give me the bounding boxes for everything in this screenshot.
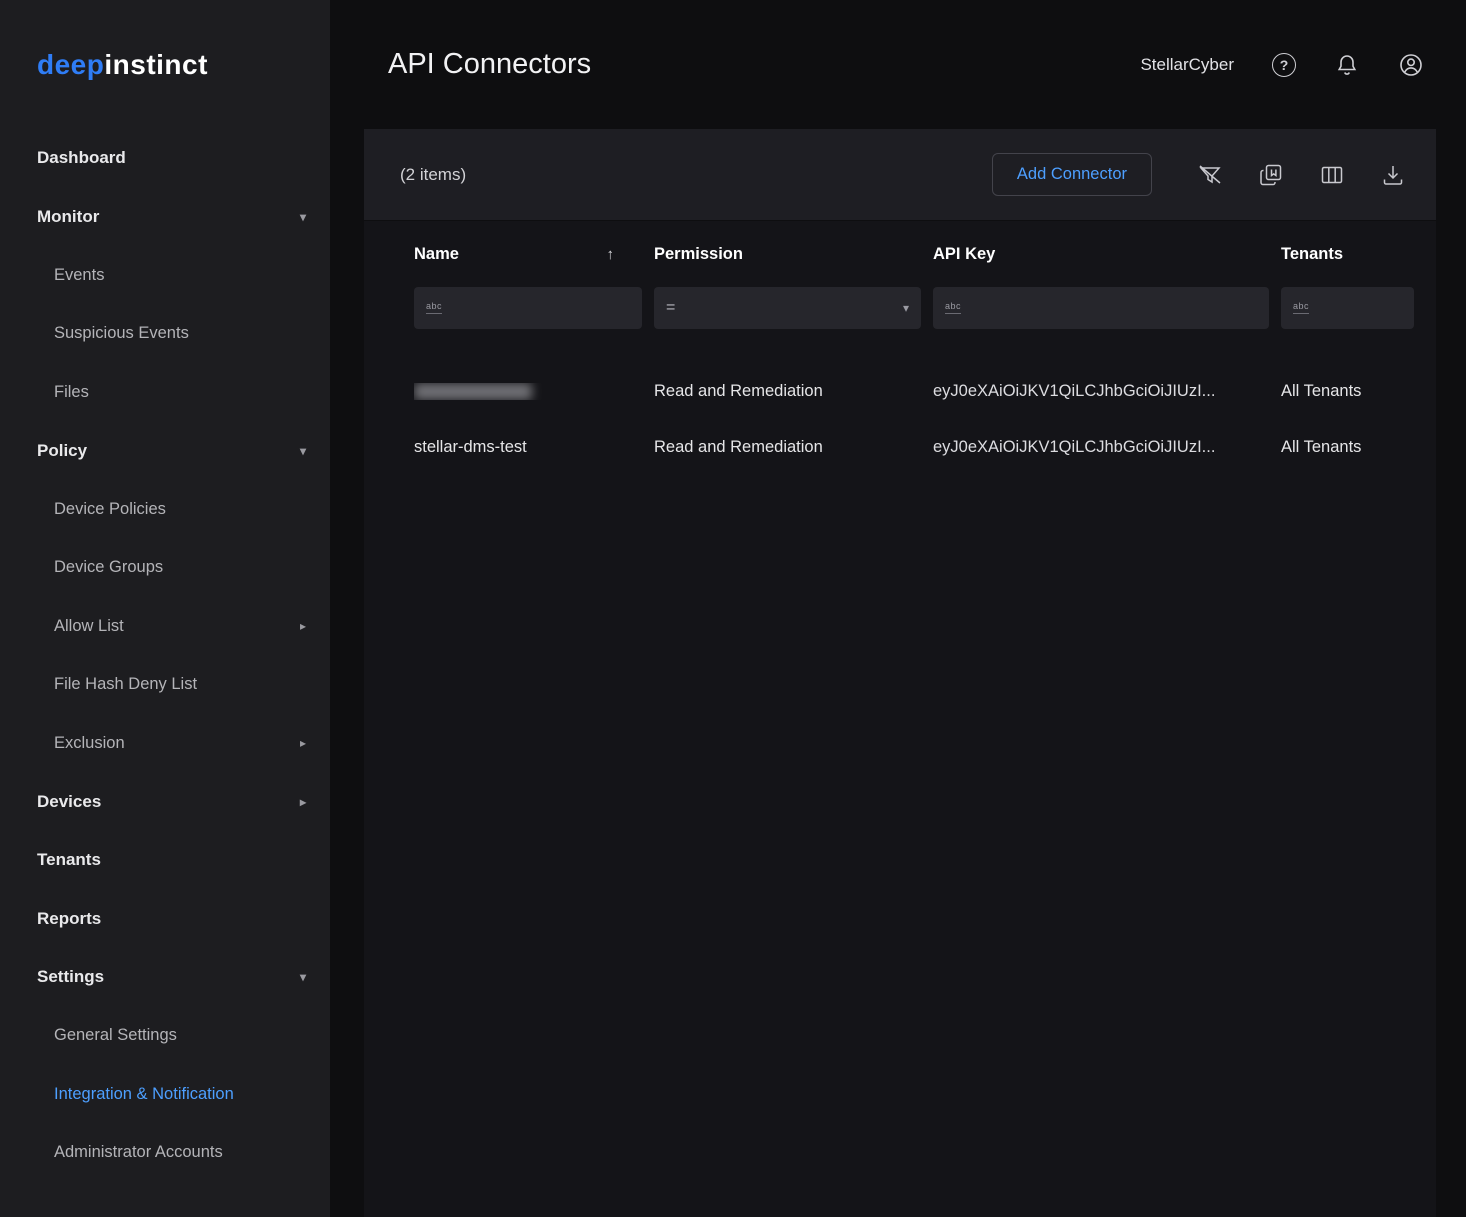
table-row[interactable]: Read and Remediation eyJ0eXAiOiJKV1QiLCJ…: [364, 363, 1436, 419]
topbar: API Connectors StellarCyber ?: [330, 0, 1466, 129]
toolbar-actions: Add Connector: [992, 153, 1406, 196]
topbar-right: StellarCyber ?: [1140, 52, 1424, 78]
redacted-name: [414, 383, 532, 400]
chevron-down-icon: ▾: [300, 211, 306, 223]
table-header-row: Name ↑ Permission API Key Tenants: [364, 221, 1436, 287]
sidebar-item-label: Exclusion: [54, 734, 125, 753]
help-icon[interactable]: ?: [1272, 53, 1296, 77]
notifications-bell-icon[interactable]: [1334, 52, 1360, 78]
cell-permission: Read and Remediation: [654, 438, 933, 457]
sidebar-item-general-settings[interactable]: General Settings: [0, 1007, 330, 1066]
brand-logo-instinct: instinct: [104, 49, 208, 81]
cell-api-key: eyJ0eXAiOiJKV1QiLCJhbGciOiJIUzI...: [933, 382, 1281, 401]
text-filter-icon: abc: [945, 302, 961, 314]
chevron-right-icon: ▸: [300, 620, 306, 632]
sidebar-item-label: File Hash Deny List: [54, 675, 197, 694]
brand-logo-deep: deep: [37, 49, 104, 81]
chevron-down-icon: ▾: [300, 445, 306, 457]
table-row[interactable]: stellar-dms-test Read and Remediation ey…: [364, 419, 1436, 475]
items-count: (2 items): [400, 165, 466, 185]
sidebar-item-exclusion[interactable]: Exclusion ▸: [0, 714, 330, 773]
sidebar-item-suspicious-events[interactable]: Suspicious Events: [0, 305, 330, 364]
chevron-right-icon: ▸: [300, 737, 306, 749]
sidebar-item-files[interactable]: Files: [0, 363, 330, 422]
name-filter-input[interactable]: abc: [414, 287, 642, 329]
page-title: API Connectors: [388, 48, 591, 81]
table-filter-row: abc = ▾ abc abc: [364, 287, 1436, 345]
sidebar-item-label: Tenants: [37, 850, 101, 870]
sidebar-item-administrator-accounts[interactable]: Administrator Accounts: [0, 1124, 330, 1183]
download-icon[interactable]: [1380, 162, 1406, 188]
account-icon[interactable]: [1398, 52, 1424, 78]
column-header-name[interactable]: Name ↑: [414, 245, 654, 264]
sidebar-item-label: Devices: [37, 792, 101, 812]
text-filter-icon: abc: [426, 302, 442, 314]
sidebar-item-monitor[interactable]: Monitor ▾: [0, 188, 330, 247]
sidebar-item-allow-list[interactable]: Allow List ▸: [0, 597, 330, 656]
sidebar-item-label: Device Groups: [54, 558, 163, 577]
sidebar-item-device-policies[interactable]: Device Policies: [0, 480, 330, 539]
app-window: deepinstinct Dashboard Monitor ▾ Events …: [0, 0, 1466, 1217]
api-key-filter-input[interactable]: abc: [933, 287, 1269, 329]
equals-operator-icon: =: [666, 299, 675, 317]
cell-permission: Read and Remediation: [654, 382, 933, 401]
sidebar-item-integration-notification[interactable]: Integration & Notification: [0, 1065, 330, 1124]
column-header-api-key[interactable]: API Key: [933, 245, 1281, 264]
sidebar-nav: Dashboard Monitor ▾ Events Suspicious Ev…: [0, 129, 330, 1182]
cell-name: [414, 383, 654, 400]
sidebar-item-reports[interactable]: Reports: [0, 890, 330, 949]
cell-api-key: eyJ0eXAiOiJKV1QiLCJhbGciOiJIUzI...: [933, 438, 1281, 457]
sidebar-item-label: Files: [54, 383, 89, 402]
columns-icon[interactable]: [1319, 162, 1345, 188]
chevron-down-icon: ▾: [903, 301, 909, 315]
sidebar-item-devices[interactable]: Devices ▸: [0, 773, 330, 832]
sidebar: deepinstinct Dashboard Monitor ▾ Events …: [0, 0, 330, 1217]
saved-views-icon[interactable]: [1258, 162, 1284, 188]
chevron-down-icon: ▾: [300, 971, 306, 983]
sidebar-item-file-hash-deny-list[interactable]: File Hash Deny List: [0, 656, 330, 715]
sidebar-item-label: Suspicious Events: [54, 324, 189, 343]
sidebar-item-label: Monitor: [37, 207, 99, 227]
column-header-tenants[interactable]: Tenants: [1281, 245, 1426, 264]
sidebar-item-device-groups[interactable]: Device Groups: [0, 539, 330, 598]
sidebar-item-label: Device Policies: [54, 500, 166, 519]
cell-name: stellar-dms-test: [414, 438, 654, 457]
sidebar-item-label: Dashboard: [37, 148, 126, 168]
text-filter-icon: abc: [1293, 302, 1309, 314]
sidebar-item-label: Events: [54, 266, 104, 285]
chevron-right-icon: ▸: [300, 796, 306, 808]
tenants-filter-input[interactable]: abc: [1281, 287, 1414, 329]
sidebar-item-policy[interactable]: Policy ▾: [0, 422, 330, 481]
grid-toolbar: (2 items) Add Connector: [364, 129, 1436, 221]
main-area: API Connectors StellarCyber ?: [330, 0, 1466, 1217]
sidebar-item-label: Policy: [37, 441, 87, 461]
column-header-permission[interactable]: Permission: [654, 245, 933, 264]
sidebar-item-events[interactable]: Events: [0, 246, 330, 305]
table-body: Read and Remediation eyJ0eXAiOiJKV1QiLCJ…: [364, 363, 1436, 475]
connectors-panel: (2 items) Add Connector: [364, 129, 1436, 1217]
sidebar-item-label: Integration & Notification: [54, 1085, 234, 1104]
cell-tenants: All Tenants: [1281, 438, 1426, 457]
sort-ascending-icon[interactable]: ↑: [607, 246, 615, 263]
tenant-name[interactable]: StellarCyber: [1140, 55, 1234, 75]
cell-tenants: All Tenants: [1281, 382, 1426, 401]
sidebar-item-label: Settings: [37, 967, 104, 987]
clear-filters-icon[interactable]: [1197, 162, 1223, 188]
sidebar-item-label: Reports: [37, 909, 101, 929]
sidebar-item-tenants[interactable]: Tenants: [0, 831, 330, 890]
sidebar-item-label: Administrator Accounts: [54, 1143, 223, 1162]
sidebar-item-dashboard[interactable]: Dashboard: [0, 129, 330, 188]
permission-filter-select[interactable]: = ▾: [654, 287, 921, 329]
sidebar-item-settings[interactable]: Settings ▾: [0, 948, 330, 1007]
add-connector-button[interactable]: Add Connector: [992, 153, 1152, 196]
brand-logo: deepinstinct: [0, 0, 330, 129]
sidebar-item-label: General Settings: [54, 1026, 177, 1045]
sidebar-item-label: Allow List: [54, 617, 124, 636]
